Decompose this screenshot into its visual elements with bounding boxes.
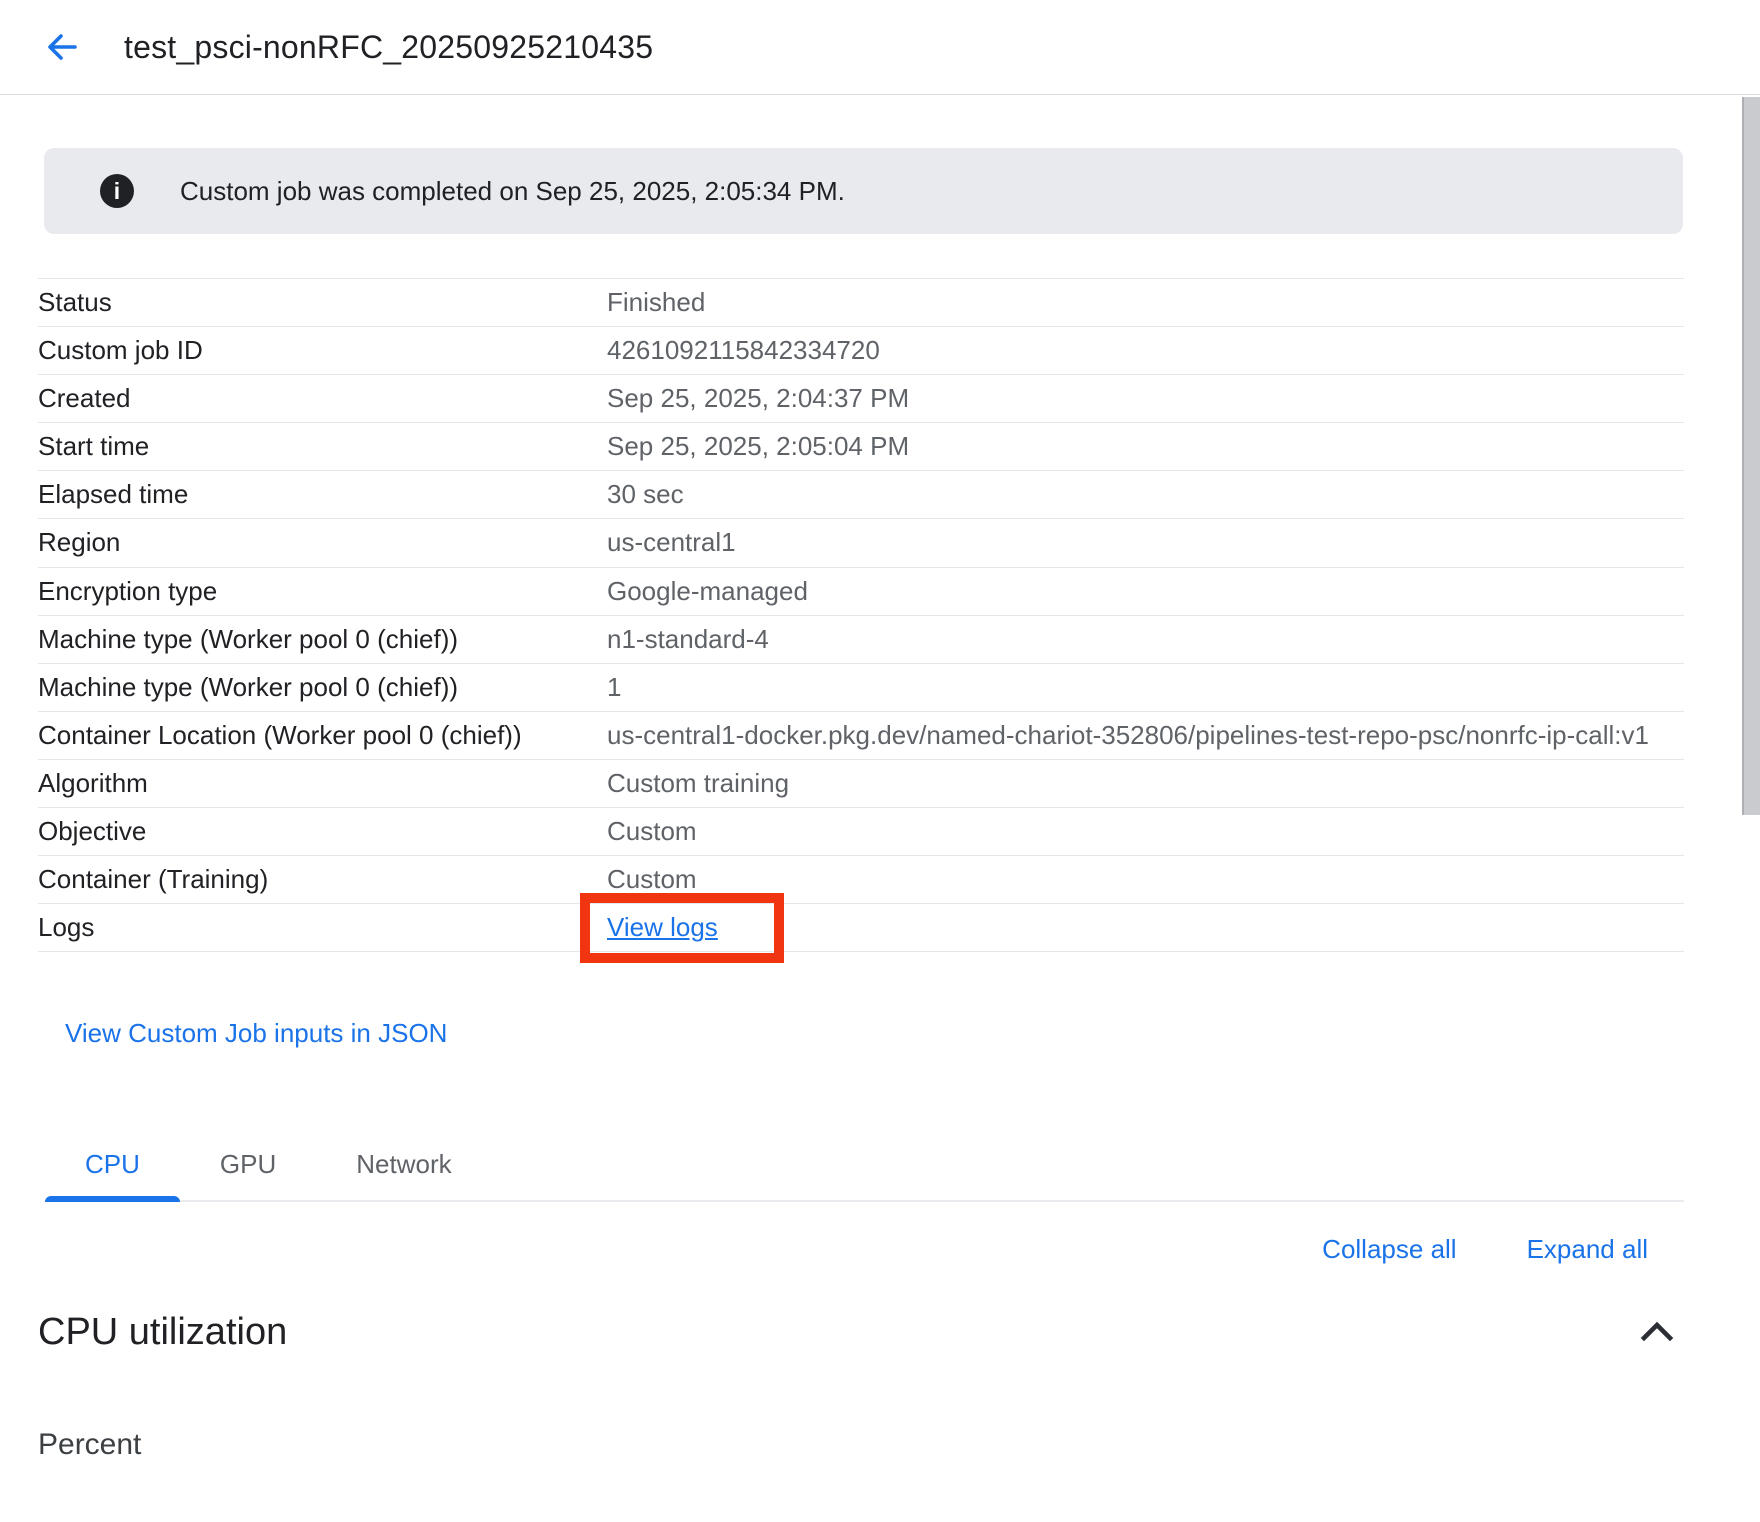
row-label: Container (Training) xyxy=(38,862,607,897)
row-label: Created xyxy=(38,381,607,416)
row-label: Objective xyxy=(38,814,607,849)
table-row: Custom job ID4261092115842334720 xyxy=(38,327,1684,375)
table-row: StatusFinished xyxy=(38,279,1684,327)
table-row-logs: Logs View logs xyxy=(38,904,1684,952)
row-label: Start time xyxy=(38,429,607,464)
page-title: test_psci-nonRFC_20250925210435 xyxy=(124,29,653,66)
row-label: Custom job ID xyxy=(38,333,607,368)
row-value: Finished xyxy=(607,285,1684,320)
tab-network[interactable]: Network xyxy=(316,1135,491,1200)
row-value: n1-standard-4 xyxy=(607,622,1684,657)
row-label: Container Location (Worker pool 0 (chief… xyxy=(38,718,607,753)
section-title: CPU utilization xyxy=(38,1311,287,1354)
row-label: Status xyxy=(38,285,607,320)
table-row: Elapsed time30 sec xyxy=(38,471,1684,519)
table-row: Encryption typeGoogle-managed xyxy=(38,568,1684,616)
info-icon: i xyxy=(100,174,134,208)
tab-gpu-label: GPU xyxy=(220,1149,276,1179)
row-value: 4261092115842334720 xyxy=(607,333,1684,368)
table-row: Machine type (Worker pool 0 (chief))1 xyxy=(38,664,1684,712)
vertical-scrollbar[interactable] xyxy=(1742,97,1760,815)
row-label: Elapsed time xyxy=(38,477,607,512)
page-header: test_psci-nonRFC_20250925210435 xyxy=(0,0,1760,95)
row-label: Machine type (Worker pool 0 (chief)) xyxy=(38,670,607,705)
row-value: Sep 25, 2025, 2:04:37 PM xyxy=(607,381,1684,416)
row-value: 30 sec xyxy=(607,477,1684,512)
tab-network-label: Network xyxy=(356,1149,451,1179)
table-row: ObjectiveCustom xyxy=(38,808,1684,856)
row-label: Region xyxy=(38,525,607,560)
collapse-section-button[interactable] xyxy=(1636,1315,1678,1350)
table-row: CreatedSep 25, 2025, 2:04:37 PM xyxy=(38,375,1684,423)
tab-gpu[interactable]: GPU xyxy=(180,1135,316,1200)
row-value: Custom xyxy=(607,814,1684,849)
metrics-tabs: CPU GPU Network xyxy=(45,1135,1684,1202)
collapse-all-link[interactable]: Collapse all xyxy=(1322,1234,1456,1265)
row-label: Machine type (Worker pool 0 (chief)) xyxy=(38,622,607,657)
back-button[interactable] xyxy=(40,25,84,69)
row-value: us-central1-docker.pkg.dev/named-chariot… xyxy=(607,718,1684,753)
status-banner: i Custom job was completed on Sep 25, 20… xyxy=(44,148,1683,234)
table-row: Container Location (Worker pool 0 (chief… xyxy=(38,712,1684,760)
row-value: Sep 25, 2025, 2:05:04 PM xyxy=(607,429,1684,464)
tab-cpu[interactable]: CPU xyxy=(45,1135,180,1200)
table-row: Start timeSep 25, 2025, 2:05:04 PM xyxy=(38,423,1684,471)
row-value: 1 xyxy=(607,670,1684,705)
table-row: Container (Training)Custom xyxy=(38,856,1684,904)
arrow-back-icon xyxy=(44,29,80,65)
row-label: Logs xyxy=(38,910,607,945)
row-value: Custom xyxy=(607,862,1684,897)
cpu-utilization-header: CPU utilization xyxy=(38,1311,1678,1354)
banner-message: Custom job was completed on Sep 25, 2025… xyxy=(180,176,845,207)
table-row: AlgorithmCustom training xyxy=(38,760,1684,808)
job-details-table: StatusFinishedCustom job ID4261092115842… xyxy=(38,278,1684,952)
view-json-link[interactable]: View Custom Job inputs in JSON xyxy=(65,1018,447,1049)
expand-all-link[interactable]: Expand all xyxy=(1527,1234,1648,1265)
expand-collapse-controls: Collapse all Expand all xyxy=(0,1234,1648,1265)
row-value: us-central1 xyxy=(607,525,1684,560)
row-value: Custom training xyxy=(607,766,1684,801)
table-row: Machine type (Worker pool 0 (chief))n1-s… xyxy=(38,616,1684,664)
row-label: Algorithm xyxy=(38,766,607,801)
chart-ylabel: Percent xyxy=(38,1428,1760,1462)
row-value: Google-managed xyxy=(607,574,1684,609)
tab-cpu-label: CPU xyxy=(85,1149,140,1179)
row-label: Encryption type xyxy=(38,574,607,609)
chevron-up-icon xyxy=(1640,1319,1674,1343)
view-logs-link[interactable]: View logs xyxy=(607,912,718,942)
table-row: Regionus-central1 xyxy=(38,519,1684,567)
